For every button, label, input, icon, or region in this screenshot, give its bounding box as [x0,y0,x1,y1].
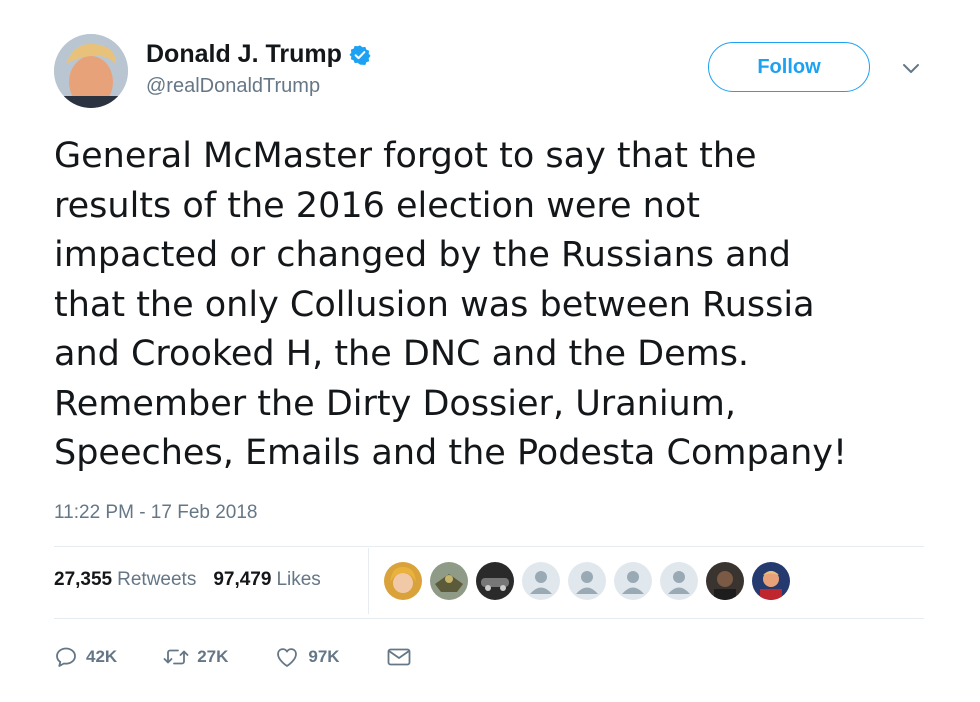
liker-avatar-default[interactable] [568,562,606,600]
author-name[interactable]: Donald J. Trump [146,40,342,69]
liker-avatar[interactable] [706,562,744,600]
reply-icon [56,647,76,667]
stats-separator [368,548,369,614]
direct-message-action[interactable] [386,645,412,669]
tweet-text-line: results of the 2016 election were not [54,185,700,226]
tweet-stats: 27,355 Retweets 97,479 Likes [54,569,321,591]
retweets-label: Retweets [117,569,197,590]
retweet-count: 27K [197,647,229,666]
tweet-text-line: Remember the Dirty Dossier, Uranium, [54,383,736,424]
tweet-text-line: General McMaster forgot to say that the [54,136,757,176]
tweet-timestamp[interactable]: 11:22 PM - 17 Feb 2018 [54,502,258,524]
retweet-icon [163,649,189,665]
tweet-text-line: that the only Collusion was between Russ… [54,284,815,325]
divider-bottom [54,618,924,619]
tweet-text: General McMaster forgot to say that the … [54,132,934,479]
liker-avatar-default[interactable] [660,562,698,600]
reply-action[interactable]: 42K [54,645,117,669]
liker-avatar-default[interactable] [522,562,560,600]
like-action[interactable]: 97K [274,645,340,669]
author-avatar[interactable] [54,34,128,108]
liker-avatar-default[interactable] [614,562,652,600]
liker-avatar[interactable] [752,562,790,600]
author-handle[interactable]: @realDonaldTrump [146,75,320,98]
author-name-row[interactable]: Donald J. Trump [146,40,371,69]
likes-stat[interactable]: 97,479 Likes [213,569,320,591]
tweet-actions: 42K 27K 97K [54,640,412,674]
liker-avatar[interactable] [384,562,422,600]
liker-avatars [384,562,798,600]
retweet-action[interactable]: 27K [163,645,228,669]
reply-count: 42K [86,647,118,666]
tweet-text-line: Speeches, Emails and the Podesta Company… [54,433,848,473]
envelope-icon [387,648,410,666]
verified-badge-icon [349,44,371,65]
divider-top [54,546,924,547]
retweets-count: 27,355 [54,569,113,590]
likes-count: 97,479 [213,569,272,590]
tweet-text-line: impacted or changed by the Russians and [54,235,791,275]
likes-label: Likes [276,569,321,590]
follow-button[interactable]: Follow [708,42,870,92]
liker-avatar[interactable] [430,562,468,600]
tweet-text-line: and Crooked H, the DNC and the Dems. [54,334,750,374]
liker-avatar[interactable] [476,562,514,600]
chevron-down-icon[interactable] [900,58,922,78]
avatar-image [54,34,128,108]
like-count: 97K [308,647,340,666]
retweets-stat[interactable]: 27,355 Retweets [54,569,196,591]
heart-icon [277,648,298,667]
